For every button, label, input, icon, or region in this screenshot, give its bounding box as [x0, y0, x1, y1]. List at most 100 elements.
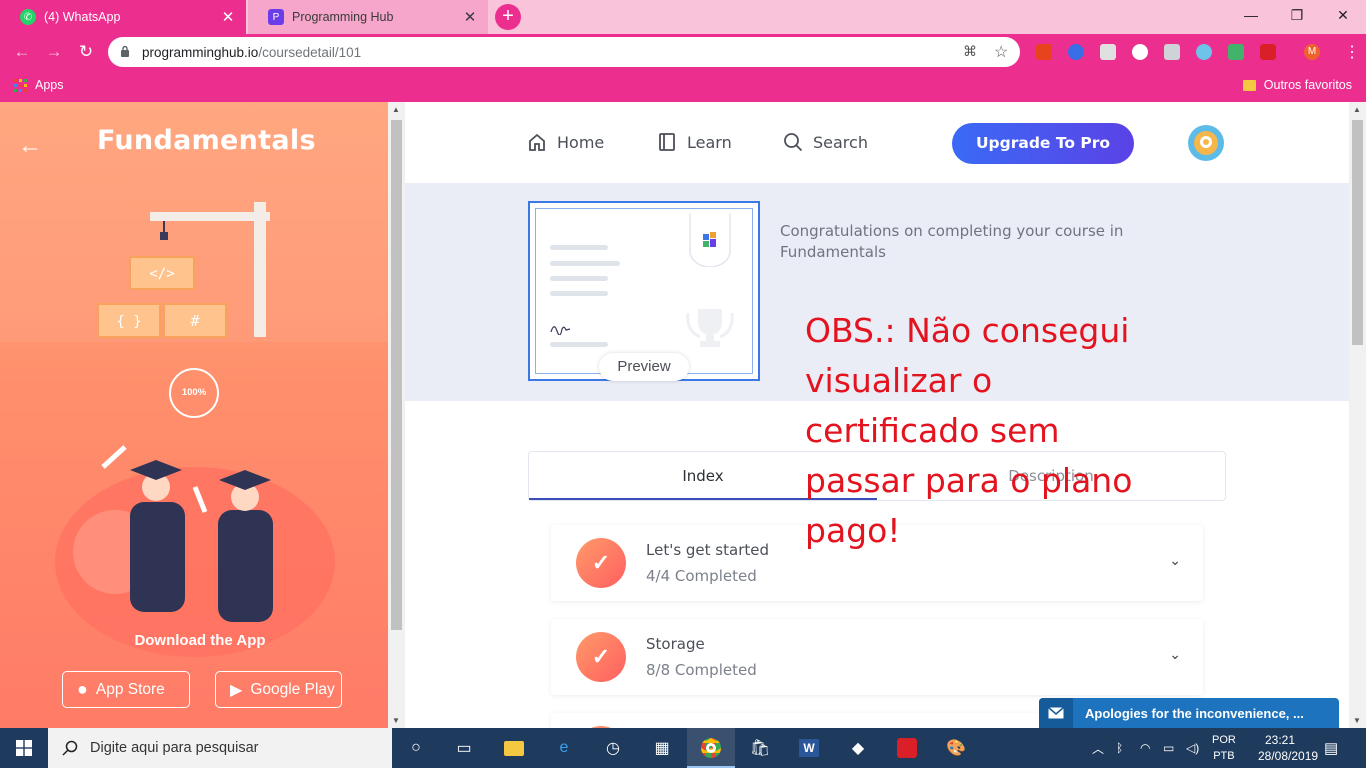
- course-title: Fundamentals: [97, 125, 316, 156]
- search-icon: [62, 740, 78, 756]
- edge-icon[interactable]: e: [552, 736, 576, 760]
- browser-tab-strip: ✆ (4) WhatsApp ✕ P Programming Hub ✕ + —…: [0, 0, 1366, 34]
- alarm-icon[interactable]: ◷: [601, 736, 625, 760]
- congrats-text: Congratulations on completing your cours…: [780, 222, 1124, 261]
- battery-icon[interactable]: ▭: [1163, 728, 1174, 768]
- page-scrollbar[interactable]: ▲ ▼: [1349, 102, 1366, 728]
- certificate-card[interactable]: Preview: [528, 201, 760, 381]
- nav-search[interactable]: Search: [783, 132, 868, 152]
- scroll-up-icon[interactable]: ▲: [1353, 105, 1361, 114]
- calculator-icon[interactable]: ▦: [650, 736, 674, 760]
- profile-avatar[interactable]: M: [1304, 44, 1320, 60]
- language-indicator[interactable]: POR PTB: [1212, 728, 1236, 768]
- language-code: POR: [1212, 734, 1236, 746]
- extension-icon[interactable]: [1228, 44, 1244, 60]
- menu-icon[interactable]: ⋮: [1344, 42, 1360, 62]
- chrome-icon[interactable]: [699, 736, 723, 760]
- annotation-line: certificado sem: [805, 411, 1060, 450]
- user-avatar[interactable]: [1188, 125, 1224, 161]
- scroll-down-icon[interactable]: ▼: [392, 716, 400, 725]
- preview-button[interactable]: Preview: [599, 353, 689, 381]
- chat-widget[interactable]: Apologies for the inconvenience, ...: [1039, 698, 1339, 728]
- app-store-label: App Store: [95, 680, 165, 698]
- start-button[interactable]: [0, 728, 48, 768]
- restore-button[interactable]: ❐: [1274, 0, 1320, 30]
- nav-search-label: Search: [813, 132, 868, 152]
- cert-text-line: [550, 245, 608, 250]
- sidebar-scrollbar[interactable]: ▲ ▼: [388, 102, 405, 728]
- clock[interactable]: 23:21 28/08/2019: [1258, 732, 1319, 764]
- reload-icon[interactable]: ↻: [74, 40, 98, 64]
- store-icon[interactable]: 🛍: [748, 736, 772, 760]
- nav-learn-label: Learn: [687, 132, 732, 152]
- scrollbar-thumb[interactable]: [391, 120, 402, 630]
- app-icon[interactable]: ◆: [846, 736, 870, 760]
- cert-text-line: [550, 342, 608, 347]
- notifications-icon[interactable]: ▤: [1324, 728, 1338, 768]
- app-store-button[interactable]: ● App Store: [62, 671, 190, 708]
- whatsapp-icon: ✆: [20, 9, 36, 25]
- extension-icon[interactable]: [1100, 44, 1116, 60]
- scroll-up-icon[interactable]: ▲: [392, 105, 400, 114]
- shield-extension-icon[interactable]: [1260, 44, 1276, 60]
- nav-learn[interactable]: Learn: [657, 132, 732, 152]
- show-hidden-icons[interactable]: ︿: [1092, 728, 1104, 768]
- tab-title: (4) WhatsApp: [44, 10, 121, 24]
- cortana-icon[interactable]: ○: [404, 736, 428, 760]
- tab-whatsapp[interactable]: ✆ (4) WhatsApp ✕: [0, 0, 246, 34]
- annotation-line: OBS.: Não consegui: [805, 311, 1130, 350]
- close-icon[interactable]: ✕: [460, 8, 480, 26]
- volume-icon[interactable]: ◁): [1186, 728, 1199, 768]
- paint-icon[interactable]: 🎨: [944, 736, 968, 760]
- clock-time: 23:21: [1264, 733, 1296, 747]
- nav-home[interactable]: Home: [527, 132, 604, 152]
- book-icon: [659, 133, 675, 151]
- minimize-button[interactable]: —: [1228, 0, 1274, 30]
- scroll-down-icon[interactable]: ▼: [1353, 716, 1361, 725]
- star-icon[interactable]: ☆: [994, 42, 1008, 62]
- extension-icon[interactable]: [1196, 44, 1212, 60]
- cert-text-line: [550, 276, 608, 281]
- translate-icon[interactable]: ⌘: [963, 43, 977, 60]
- scrollbar-thumb[interactable]: [1352, 120, 1363, 345]
- check-icon: ✓: [576, 632, 626, 682]
- url-host: programminghub.io: [142, 45, 259, 60]
- browser-toolbar: ← → ↻ programminghub.io/coursedetail/101…: [0, 34, 1366, 70]
- module-card[interactable]: ✓ Storage 8/8 Completed ⌄: [551, 619, 1203, 695]
- main-content: Home Learn Search Upgrade To Pro Preview…: [405, 102, 1349, 728]
- office-extension-icon[interactable]: [1036, 44, 1052, 60]
- wifi-icon[interactable]: ◠: [1140, 728, 1150, 768]
- lock-icon: [121, 45, 129, 57]
- new-tab-button[interactable]: +: [495, 4, 521, 30]
- tab-programming-hub[interactable]: P Programming Hub ✕: [248, 0, 488, 34]
- other-bookmarks[interactable]: Outros favoritos: [1242, 78, 1352, 92]
- apps-bookmark[interactable]: Apps: [14, 78, 64, 92]
- nav-home-label: Home: [557, 132, 605, 152]
- window-close-button[interactable]: ✕: [1320, 0, 1366, 30]
- download-app-text: Download the App: [134, 632, 266, 649]
- google-play-button[interactable]: ▶ Google Play: [215, 671, 342, 708]
- back-arrow-icon[interactable]: ←: [10, 40, 34, 64]
- word-icon[interactable]: W: [797, 736, 821, 760]
- module-progress: 8/8 Completed: [646, 661, 757, 679]
- taskbar-search-placeholder: Digite aqui para pesquisar: [90, 740, 259, 756]
- bluetooth-icon[interactable]: ᛒ: [1116, 728, 1123, 768]
- back-arrow-icon[interactable]: ←: [18, 132, 42, 160]
- module-name: Let's get started: [646, 541, 769, 559]
- chevron-down-icon[interactable]: ⌄: [1169, 646, 1181, 663]
- module-progress: 4/4 Completed: [646, 567, 757, 585]
- taskbar-search[interactable]: Digite aqui para pesquisar: [48, 728, 392, 768]
- address-bar[interactable]: programminghub.io/coursedetail/101 ⌘ ☆: [108, 37, 1020, 67]
- chat-extension-icon[interactable]: [1132, 44, 1148, 60]
- extension-icon[interactable]: [1164, 44, 1180, 60]
- acrobat-icon[interactable]: [895, 736, 919, 760]
- upgrade-to-pro-button[interactable]: Upgrade To Pro: [952, 123, 1134, 164]
- file-explorer-icon[interactable]: [502, 736, 526, 760]
- extension-icon[interactable]: [1068, 44, 1084, 60]
- chevron-down-icon[interactable]: ⌄: [1169, 552, 1181, 569]
- forward-arrow-icon[interactable]: →: [42, 40, 66, 64]
- clock-date: 28/08/2019: [1258, 749, 1319, 763]
- close-icon[interactable]: ✕: [218, 8, 238, 26]
- windows-taskbar: Digite aqui para pesquisar ○ ▭ e ◷ ▦ 🛍 W…: [0, 728, 1366, 768]
- task-view-icon[interactable]: ▭: [452, 736, 476, 760]
